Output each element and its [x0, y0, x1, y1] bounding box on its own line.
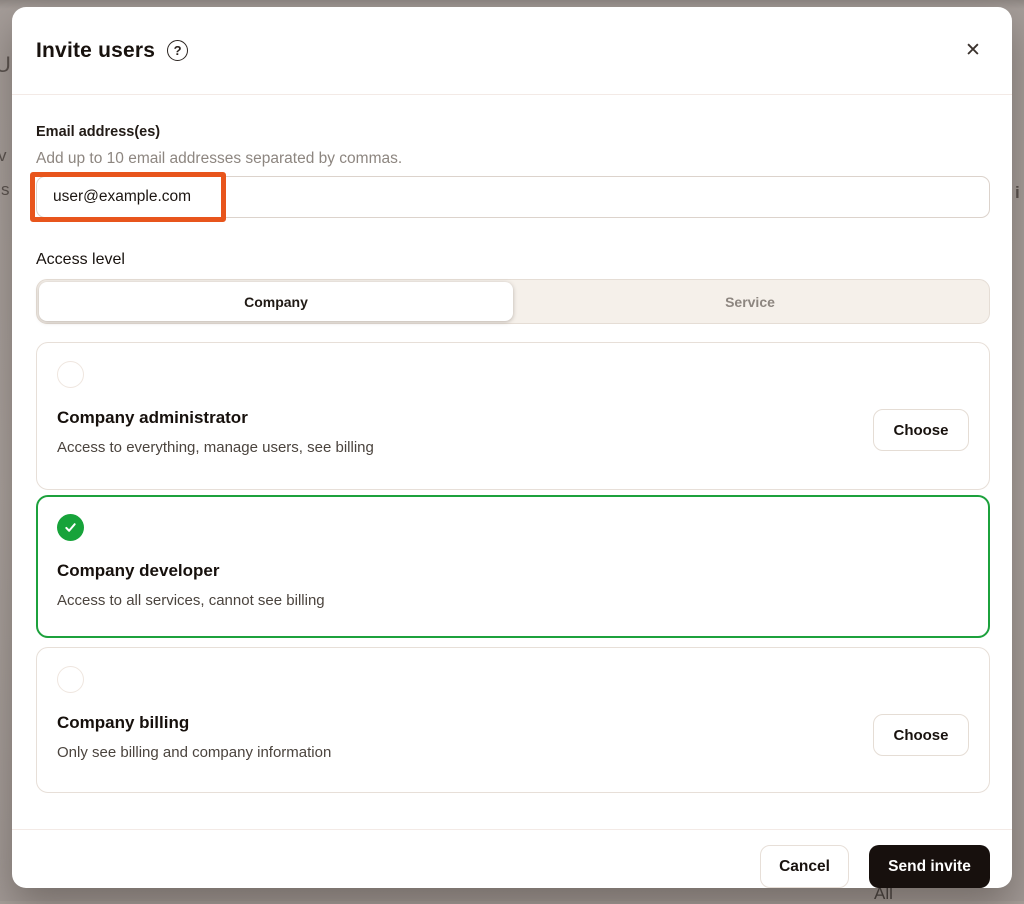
background-text-fragment: U	[0, 52, 11, 77]
access-level-label: Access level	[36, 251, 125, 268]
background-text-fragment: i	[1015, 183, 1020, 202]
access-level-tabs: Company Service	[36, 279, 990, 324]
choose-button-administrator[interactable]: Choose	[873, 409, 969, 451]
dialog-title: Invite users	[36, 38, 156, 62]
help-icon[interactable]: ?	[167, 40, 189, 61]
email-input[interactable]	[36, 176, 990, 218]
option-title: Company developer	[57, 561, 220, 580]
option-company-developer[interactable]: Company developer Access to all services…	[36, 495, 990, 638]
dialog-body: Email address(es) Add up to 10 email add…	[12, 95, 1012, 803]
send-invite-button[interactable]: Send invite	[869, 845, 990, 888]
tab-service-label: Service	[725, 293, 775, 310]
cancel-button[interactable]: Cancel	[760, 845, 849, 888]
invite-users-dialog: Invite users ? ✕ Email address(es) Add u…	[12, 7, 1012, 888]
tab-company-label: Company	[244, 293, 308, 310]
option-title: Company billing	[57, 713, 190, 732]
dialog-footer: Cancel Send invite	[12, 829, 1012, 888]
tab-company[interactable]: Company	[39, 282, 513, 321]
email-field-label: Email address(es)	[36, 124, 161, 140]
choose-button-billing[interactable]: Choose	[873, 714, 969, 756]
radio-unchecked-icon[interactable]	[57, 666, 84, 693]
tab-service[interactable]: Service	[513, 282, 987, 321]
radio-unchecked-icon[interactable]	[57, 361, 84, 388]
check-circle-icon[interactable]	[57, 514, 84, 541]
option-company-administrator[interactable]: Company administrator Access to everythi…	[36, 342, 990, 490]
option-company-billing[interactable]: Company billing Only see billing and com…	[36, 647, 990, 793]
dialog-header: Invite users ? ✕	[12, 7, 1012, 95]
email-field-helper: Add up to 10 email addresses separated b…	[36, 150, 403, 167]
background-text-fragment: s	[1, 180, 10, 199]
background-text-fragment: v	[0, 146, 7, 165]
close-icon[interactable]: ✕	[960, 38, 986, 64]
option-title: Company administrator	[57, 408, 248, 427]
option-description: Access to all services, cannot see billi…	[57, 592, 325, 609]
option-description: Access to everything, manage users, see …	[57, 439, 374, 456]
option-description: Only see billing and company information	[57, 744, 332, 761]
